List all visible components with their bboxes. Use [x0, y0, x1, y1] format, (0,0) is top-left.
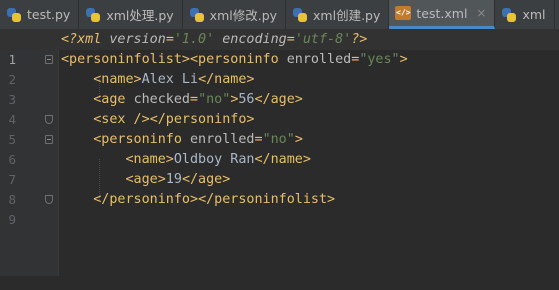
- fold-collapse-icon[interactable]: [45, 55, 53, 64]
- tab-label: test.py: [27, 7, 71, 22]
- python-file-icon: [6, 7, 22, 23]
- python-file-icon: [501, 7, 517, 23]
- tab-xml-truncated[interactable]: xml: [495, 0, 555, 29]
- editor-tab-bar: test.py xml处理.py xml修改.py xml创建.py </> t…: [0, 0, 559, 30]
- tab-label: test.xml: [416, 5, 468, 21]
- tab-xml-create-py[interactable]: xml创建.py: [286, 0, 390, 29]
- code-line-4: 4 <age checked="no">56</age>: [0, 90, 559, 127]
- code-line-2: 2 <personinfolist><personinfo enrolled="…: [0, 50, 559, 87]
- fold-end-icon[interactable]: [45, 195, 53, 204]
- tab-label: xml创建.py: [313, 8, 381, 23]
- tab-label: xml: [522, 7, 546, 22]
- code-line-9: 9 </personinfo></personinfolist>: [0, 190, 559, 227]
- tab-label: xml修改.py: [209, 8, 278, 23]
- tab-xml-processing-py[interactable]: xml处理.py: [79, 0, 183, 29]
- code-line-1: 1 <?xml version='1.0' encoding='utf-8'?>: [0, 30, 559, 67]
- fold-end-icon[interactable]: [45, 115, 53, 124]
- code-line-8: 8 <age>19</age>: [0, 170, 559, 207]
- python-file-icon: [85, 7, 101, 23]
- code-line-7: 7 <name>Oldboy Ran</name>: [0, 150, 559, 187]
- close-icon[interactable]: ×: [476, 6, 486, 20]
- tab-test-py[interactable]: test.py: [0, 0, 80, 29]
- xml-file-icon: </>: [395, 6, 412, 20]
- tab-test-xml[interactable]: </> test.xml ×: [389, 0, 496, 29]
- code-editor[interactable]: 1 <?xml version='1.0' encoding='utf-8'?>…: [0, 30, 559, 276]
- code-line-5: 5 <sex /></personinfo>: [0, 110, 559, 147]
- line-number: 9: [8, 212, 16, 227]
- tab-xml-modify-py[interactable]: xml修改.py: [183, 0, 287, 29]
- python-file-icon: [189, 7, 205, 23]
- tab-label: xml处理.py: [106, 8, 174, 23]
- code-line-3: 3 <name>Alex Li</name>: [0, 70, 559, 107]
- code-line-6: 6 <personinfo enrolled="no">: [0, 130, 559, 167]
- fold-collapse-icon[interactable]: [45, 135, 53, 144]
- python-file-icon: [292, 7, 308, 23]
